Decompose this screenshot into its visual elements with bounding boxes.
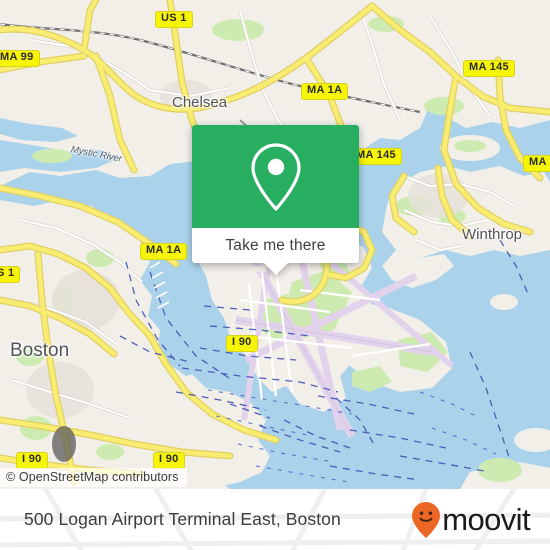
moovit-smiley-pin-icon [412,501,441,538]
popup-header [192,125,359,228]
place-label-chelsea: Chelsea [172,94,228,111]
popup-tail [262,262,289,275]
road-shield-i-90-a[interactable]: I 90 [226,335,258,352]
page-title: 500 Logan Airport Terminal East, Boston [24,509,341,529]
popup-action-label: Take me there [225,236,326,254]
road-shield-us-1[interactable]: US 1 [155,11,193,28]
map-pin-icon [250,142,301,211]
road-shield-ma-1[interactable]: MA 1 [523,155,550,172]
osm-attribution[interactable]: © OpenStreetMap contributors [0,468,187,487]
map-popup[interactable]: Take me there [192,125,359,275]
road-shield-s-1[interactable]: S 1 [0,266,21,283]
road-shield-ma-1a-n[interactable]: MA 1A [301,83,349,100]
popup-action[interactable]: Take me there [192,228,359,263]
road-shield-i-90-c[interactable]: I 90 [153,452,185,469]
road-shield-ma-145-n[interactable]: MA 145 [463,60,515,77]
moovit-wordmark: moovit [442,502,530,537]
moovit-brand[interactable]: moovit [411,501,531,539]
place-label-boston: Boston [10,340,70,361]
road-shield-i-90-b[interactable]: I 90 [16,452,48,469]
road-shield-ma-99[interactable]: MA 99 [0,50,40,67]
moovit-map-screenshot: Chelsea Boston Winthrop Mystic River US … [0,0,550,550]
popup-body: Take me there [192,125,359,263]
place-label-winthrop: Winthrop [462,226,523,243]
footer-bar: 500 Logan Airport Terminal East, Boston … [0,489,550,550]
road-shield-ma-1a-s[interactable]: MA 1A [140,243,188,260]
